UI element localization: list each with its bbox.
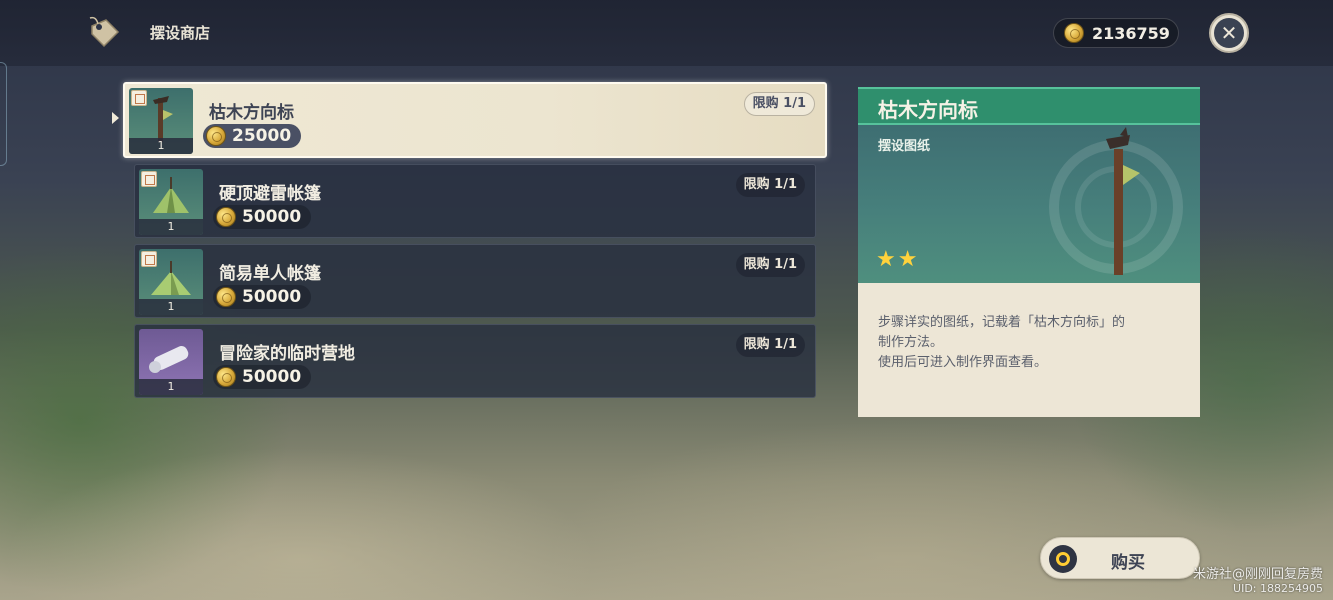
item-name: 冒险家的临时营地	[219, 344, 355, 364]
purchase-limit-badge: 限购 1/1	[735, 253, 805, 277]
item-thumbnail: 1	[139, 169, 203, 235]
description-line: 制作方法。	[878, 335, 944, 350]
detail-art: 摆设图纸 ★★	[858, 125, 1200, 283]
selection-arrow-icon	[112, 112, 119, 124]
item-count: 1	[129, 138, 193, 154]
item-count: 1	[139, 379, 203, 395]
buy-label: 购买	[1111, 553, 1145, 573]
blueprint-icon	[131, 90, 147, 106]
list-item[interactable]: 1 冒险家的临时营地 50000 限购 1/1	[134, 324, 816, 398]
detail-description: 步骤详实的图纸，记载着「枯木方向标」的 制作方法。 使用后可进入制作界面查看。	[878, 313, 1178, 373]
item-count: 1	[139, 219, 203, 235]
mora-coin-icon	[206, 126, 226, 146]
close-icon: ✕	[1214, 18, 1244, 48]
close-button[interactable]: ✕	[1209, 13, 1249, 53]
blueprint-icon	[141, 171, 157, 187]
price-tag-icon	[89, 16, 120, 48]
watermark: 米游社@刚刚回复房费 UID: 188254905	[1193, 568, 1323, 596]
item-thumbnail: 1	[139, 329, 203, 395]
mora-coin-icon	[216, 287, 236, 307]
mora-coin-icon	[1064, 23, 1084, 43]
item-price: 50000	[242, 207, 302, 227]
item-name: 硬顶避雷帐篷	[219, 184, 321, 204]
mora-coin-icon	[216, 207, 236, 227]
currency-amount: 2136759	[1092, 23, 1170, 43]
blueprint-icon	[141, 251, 157, 267]
currency-display: 2136759	[1053, 18, 1179, 48]
buy-button[interactable]: 购买	[1040, 537, 1200, 579]
watermark-uid: UID: 188254905	[1233, 582, 1323, 595]
purchase-limit-badge: 限购 1/1	[743, 92, 815, 116]
item-name: 枯木方向标	[209, 103, 294, 123]
shop-title: 摆设商店	[150, 24, 211, 42]
item-detail-panel: 枯木方向标 摆设图纸 ★★ 步骤详实的图纸，记载着「枯木方向标」的 制作方法。 …	[858, 87, 1200, 417]
list-item[interactable]: 1 硬顶避雷帐篷 50000 限购 1/1	[134, 164, 816, 238]
detail-type: 摆设图纸	[878, 139, 931, 154]
price-pill: 50000	[213, 285, 312, 309]
item-name: 简易单人帐篷	[219, 264, 321, 284]
detail-title: 枯木方向标	[878, 98, 978, 122]
rarity-stars: ★★	[876, 247, 920, 272]
item-price: 50000	[242, 367, 302, 387]
description-line: 步骤详实的图纸，记载着「枯木方向标」的	[878, 315, 1126, 330]
side-tab-edge[interactable]	[0, 62, 7, 166]
purchase-limit-badge: 限购 1/1	[735, 333, 805, 357]
item-price: 50000	[242, 287, 302, 307]
item-count: 1	[139, 299, 203, 315]
detail-body: 步骤详实的图纸，记载着「枯木方向标」的 制作方法。 使用后可进入制作界面查看。	[858, 283, 1200, 417]
item-thumbnail: 1	[139, 249, 203, 315]
item-price: 25000	[232, 126, 292, 146]
price-pill: 50000	[213, 365, 312, 389]
list-item[interactable]: 1 简易单人帐篷 50000 限购 1/1	[134, 244, 816, 318]
price-pill: 25000	[203, 124, 302, 148]
purchase-limit-badge: 限购 1/1	[735, 173, 805, 197]
mora-coin-icon	[216, 367, 236, 387]
detail-header: 枯木方向标	[858, 87, 1200, 125]
item-thumbnail: 1	[129, 88, 193, 154]
list-item[interactable]: 1 枯木方向标 25000 限购 1/1	[123, 82, 827, 158]
description-line: 使用后可进入制作界面查看。	[878, 355, 1048, 370]
confirm-ring-icon	[1049, 545, 1077, 573]
price-pill: 50000	[213, 205, 312, 229]
watermark-author: 米游社@刚刚回复房费	[1192, 567, 1323, 582]
